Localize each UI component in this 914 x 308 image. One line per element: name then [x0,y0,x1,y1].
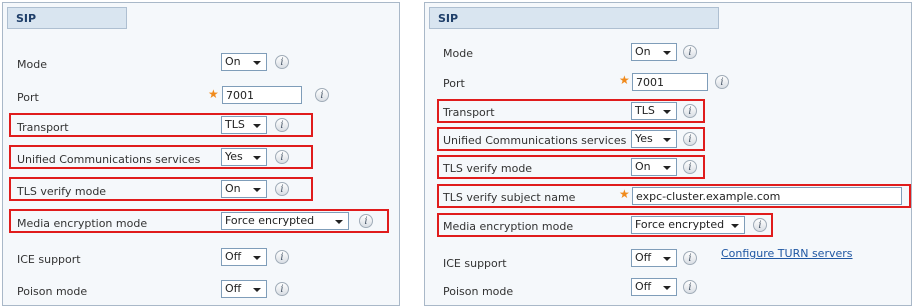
tls-verify-label: TLS verify mode [17,185,107,198]
sip-panel-right: SIP Mode On i Port ★ 7001 i Transport TL… [424,2,912,306]
sip-panel-left: SIP Mode On i Port ★ 7001 i Transport TL… [2,2,400,306]
info-icon[interactable]: i [315,88,329,102]
info-icon[interactable]: i [275,282,289,296]
info-icon[interactable]: i [275,182,289,196]
port-input[interactable]: 7001 [222,86,302,104]
port-label: Port [17,91,39,104]
required-icon: ★ [619,73,630,87]
required-icon: ★ [619,187,630,201]
ice-support-select[interactable]: Off [221,248,267,266]
info-icon[interactable]: i [683,104,697,118]
poison-mode-label: Poison mode [17,285,88,298]
info-icon[interactable]: i [275,118,289,132]
poison-mode-label: Poison mode [443,285,514,298]
ice-support-label: ICE support [443,257,507,270]
tls-verify-select[interactable]: On [631,158,677,176]
panel-title: SIP [429,7,719,29]
info-icon[interactable]: i [753,218,767,232]
transport-select[interactable]: TLS [221,116,267,134]
port-label: Port [443,77,465,90]
transport-label: Transport [17,121,69,134]
tls-verify-label: TLS verify mode [443,162,533,175]
ucs-select[interactable]: Yes [631,130,677,148]
info-icon[interactable]: i [359,214,373,228]
port-input[interactable]: 7001 [632,73,708,91]
info-icon[interactable]: i [683,45,697,59]
mode-label: Mode [443,47,473,60]
media-encryption-select[interactable]: Force encrypted [631,216,745,234]
ucs-select[interactable]: Yes [221,148,267,166]
info-icon[interactable]: i [683,251,697,265]
info-icon[interactable]: i [275,55,289,69]
media-encryption-label: Media encryption mode [17,217,148,230]
media-encryption-select[interactable]: Force encrypted [221,212,349,230]
panel-title: SIP [7,7,127,29]
info-icon[interactable]: i [275,150,289,164]
mode-label: Mode [17,58,47,71]
tls-verify-select[interactable]: On [221,180,267,198]
poison-mode-select[interactable]: Off [631,278,677,296]
info-icon[interactable]: i [715,75,729,89]
info-icon[interactable]: i [683,132,697,146]
transport-select[interactable]: TLS [631,102,677,120]
ice-support-select[interactable]: Off [631,249,677,267]
tls-subject-label: TLS verify subject name [443,191,576,204]
media-encryption-label: Media encryption mode [443,220,574,233]
info-icon[interactable]: i [683,160,697,174]
info-icon[interactable]: i [683,280,697,294]
info-icon[interactable]: i [275,250,289,264]
transport-label: Transport [443,106,495,119]
configure-turn-link[interactable]: Configure TURN servers [721,247,853,260]
poison-mode-select[interactable]: Off [221,280,267,298]
mode-select[interactable]: On [221,53,267,71]
ucs-label: Unified Communications services [17,153,201,166]
mode-select[interactable]: On [631,43,677,61]
ucs-label: Unified Communications services [443,134,627,147]
tls-subject-input[interactable]: expc-cluster.example.com [632,187,902,205]
required-icon: ★ [208,87,219,101]
ice-support-label: ICE support [17,253,81,266]
